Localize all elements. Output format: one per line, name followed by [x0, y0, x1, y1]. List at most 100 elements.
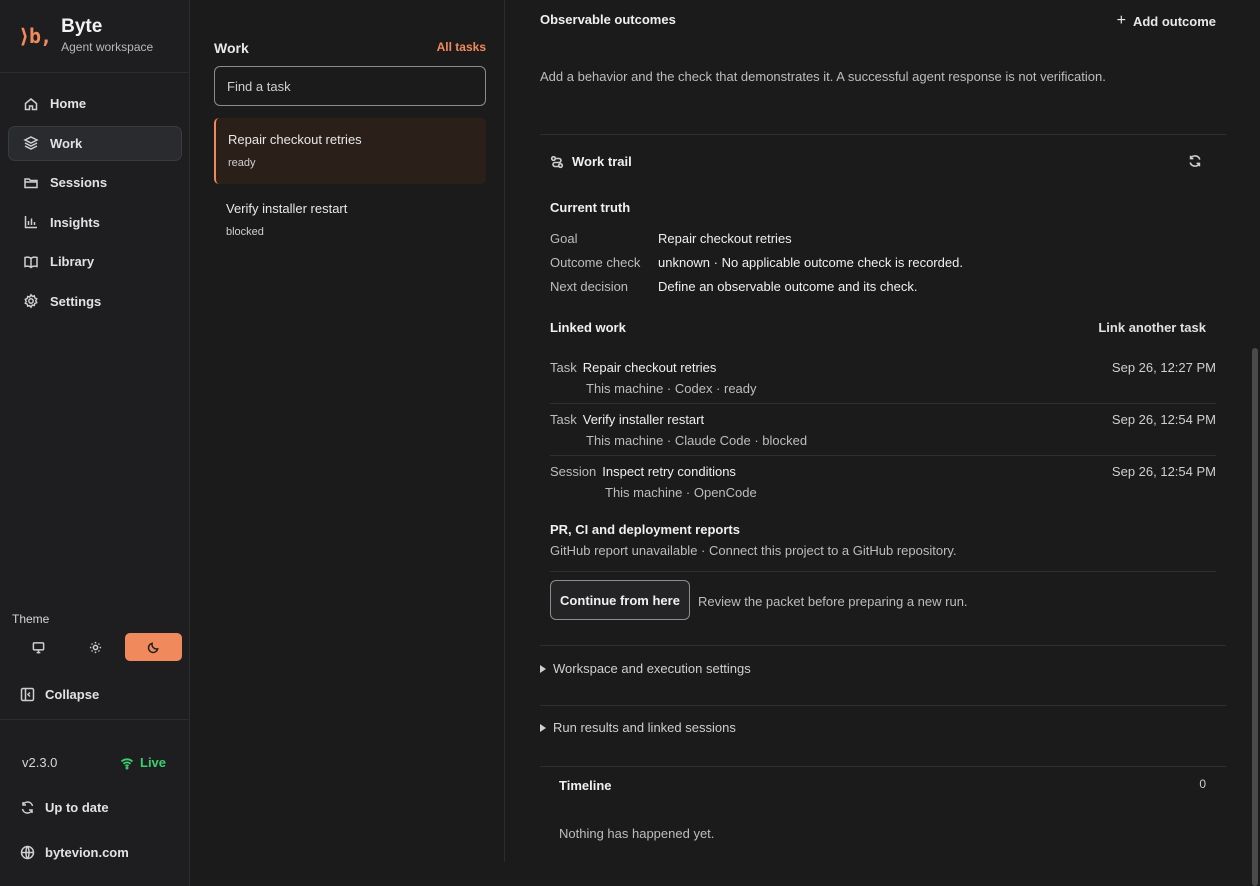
gear-icon — [24, 293, 38, 309]
brand-name: Byte — [61, 16, 103, 37]
refresh-icon — [1189, 155, 1201, 167]
sidebar-divider — [0, 719, 190, 720]
task-status: ready — [228, 157, 256, 169]
current-truth-title: Current truth — [550, 200, 631, 215]
linked-date: Sep 26, 12:54 PM — [1111, 412, 1216, 427]
work-trail-header: Work trail — [550, 154, 632, 169]
brand-logo: ⟩b, — [18, 24, 52, 48]
sidebar-item-label: Library — [50, 254, 95, 269]
task-status: blocked — [226, 226, 264, 238]
task-item[interactable]: Repair checkout retries ready — [214, 118, 486, 184]
linked-kind: Session — [550, 464, 597, 479]
divider — [540, 705, 1226, 706]
reports-title: PR, CI and deployment reports — [550, 522, 740, 537]
brand[interactable]: ⟩b, Byte Agent workspace — [18, 16, 153, 54]
workflow-icon — [550, 155, 564, 169]
sidebar-item-work[interactable]: Work — [8, 125, 182, 161]
live-label: Live — [140, 755, 167, 770]
sidebar-item-sessions[interactable]: Sessions — [8, 165, 182, 200]
bar-chart-icon — [24, 216, 37, 229]
theme-label: Theme — [12, 612, 50, 626]
divider — [550, 455, 1216, 456]
wifi-icon — [120, 757, 134, 769]
run-results-toggle[interactable]: Run results and linked sessions — [540, 720, 736, 735]
moon-icon — [147, 641, 159, 653]
linked-kind: Task — [550, 360, 577, 375]
theme-light-button[interactable] — [67, 633, 124, 661]
sidebar-item-home[interactable]: Home — [8, 86, 182, 121]
linked-work-title: Linked work — [550, 320, 626, 335]
goal-value: Repair checkout retries — [658, 231, 792, 246]
sidebar-item-label: Work — [50, 135, 83, 151]
collapse-label: Collapse — [45, 687, 100, 702]
sidebar-item-library[interactable]: Library — [8, 244, 182, 279]
linked-kind: Task — [550, 412, 577, 427]
sidebar-nav: Home Work Sessions Insights Library Sett… — [8, 86, 182, 323]
book-icon — [24, 255, 38, 269]
sun-icon — [90, 641, 102, 653]
outcome-check-value: unknown · No applicable outcome check is… — [658, 255, 963, 270]
theme-switcher — [10, 633, 182, 661]
linked-work-row[interactable]: Task Verify installer restart This machin… — [550, 412, 1216, 448]
link-another-task-button[interactable]: Link another task — [1098, 320, 1206, 335]
outcomes-description: Add a behavior and the check that demons… — [540, 69, 1106, 84]
continue-description: Review the packet before preparing a new… — [698, 594, 968, 609]
divider — [540, 645, 1226, 646]
sidebar-item-label: Sessions — [50, 175, 108, 190]
workspace-settings-toggle[interactable]: Workspace and execution settings — [540, 661, 751, 676]
sidebar-item-settings[interactable]: Settings — [8, 284, 182, 319]
next-decision-label: Next decision — [550, 279, 629, 294]
sidebar-collapse-icon — [20, 687, 35, 702]
timeline-title: Timeline — [559, 778, 612, 793]
task-item[interactable]: Verify installer restart blocked — [214, 187, 486, 253]
timeline-count: 0 — [1199, 777, 1206, 791]
work-trail-refresh-button[interactable] — [1188, 154, 1202, 171]
version-label: v2.3.0 — [22, 755, 58, 770]
home-icon — [24, 97, 38, 110]
divider — [540, 766, 1226, 767]
sidebar-item-insights[interactable]: Insights — [8, 205, 182, 240]
linked-meta: This machine · Claude Code · blocked — [586, 433, 808, 448]
update-status[interactable]: Up to date — [20, 800, 109, 815]
refresh-icon — [21, 801, 34, 814]
update-label: Up to date — [45, 800, 109, 815]
task-detail: Observable outcomes + Add outcome Add a … — [540, 0, 1226, 886]
folder-icon — [24, 177, 38, 188]
sidebar-item-label: Settings — [50, 293, 102, 309]
linked-meta: This machine · OpenCode — [605, 485, 757, 500]
linked-name: Repair checkout retries — [582, 360, 717, 375]
next-decision-value: Define an observable outcome and its che… — [658, 279, 918, 294]
goal-label: Goal — [550, 231, 578, 246]
theme-dark-button[interactable] — [124, 633, 182, 661]
linked-work-row[interactable]: Task Repair checkout retries This machine… — [550, 360, 1216, 396]
sidebar: ⟩b, Byte Agent workspace Home Work Sessi… — [0, 0, 190, 886]
collapse-button[interactable]: Collapse — [20, 687, 99, 702]
run-results-label: Run results and linked sessions — [553, 720, 736, 735]
work-trail-title: Work trail — [572, 154, 632, 169]
main-scrollbar[interactable] — [1252, 348, 1258, 886]
add-outcome-button[interactable]: + Add outcome — [1117, 12, 1216, 30]
divider — [550, 403, 1216, 404]
linked-work-row[interactable]: Session Inspect retry conditions This mac… — [550, 464, 1216, 500]
linked-name: Verify installer restart — [582, 412, 705, 427]
website-link[interactable]: bytevion.com — [20, 845, 129, 860]
caret-right-icon — [540, 723, 546, 732]
work-title: Work — [214, 40, 249, 56]
website-label: bytevion.com — [45, 845, 129, 860]
globe-icon — [20, 845, 35, 860]
caret-right-icon — [540, 664, 546, 673]
outcomes-title: Observable outcomes — [540, 12, 676, 27]
linked-meta: This machine · Codex · ready — [586, 381, 757, 396]
all-tasks-link[interactable]: All tasks — [437, 40, 486, 54]
sidebar-item-label: Insights — [50, 214, 100, 230]
divider — [540, 134, 1226, 135]
monitor-icon — [32, 641, 45, 653]
workspace-settings-label: Workspace and execution settings — [553, 661, 751, 676]
task-title: Verify installer restart — [226, 201, 348, 216]
continue-from-here-button[interactable]: Continue from here — [550, 580, 690, 620]
task-search-input[interactable] — [214, 66, 486, 106]
timeline-empty: Nothing has happened yet. — [559, 826, 715, 841]
live-status: Live — [120, 755, 166, 770]
sidebar-item-label: Home — [50, 96, 87, 111]
theme-system-button[interactable] — [10, 633, 67, 661]
